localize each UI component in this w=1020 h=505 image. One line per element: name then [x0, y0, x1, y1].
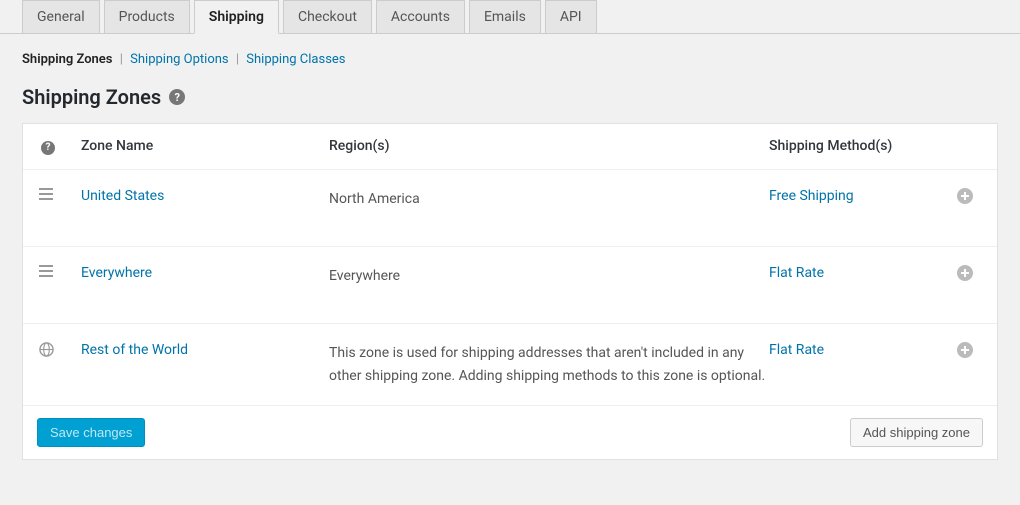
add-zone-button[interactable]: Add shipping zone	[850, 418, 983, 447]
globe-icon	[39, 342, 54, 357]
drag-handle[interactable]	[23, 188, 81, 204]
subnav-shipping-options[interactable]: Shipping Options	[130, 52, 228, 67]
zone-method-link[interactable]: Free Shipping	[769, 188, 854, 204]
page-title-text: Shipping Zones	[22, 85, 161, 109]
tab-general[interactable]: General	[22, 0, 100, 33]
zone-region: Everywhere	[329, 265, 769, 287]
col-zone-name: Zone Name	[81, 138, 329, 154]
tab-accounts[interactable]: Accounts	[376, 0, 465, 33]
zone-name-link[interactable]: Everywhere	[81, 265, 152, 281]
add-method-button[interactable]	[949, 265, 999, 285]
subnav-current: Shipping Zones	[22, 52, 113, 67]
zone-method-link[interactable]: Flat Rate	[769, 342, 824, 358]
globe-indicator	[23, 342, 81, 361]
add-method-button[interactable]	[949, 188, 999, 208]
zone-region: North America	[329, 188, 769, 210]
table-row: United States North America Free Shippin…	[23, 170, 997, 247]
zone-method-link[interactable]: Flat Rate	[769, 265, 824, 281]
help-icon[interactable]: ?	[41, 141, 55, 155]
table-row: Everywhere Everywhere Flat Rate	[23, 247, 997, 324]
subnav-sep: |	[236, 52, 239, 67]
col-handle: ?	[23, 138, 81, 155]
shipping-subnav: Shipping Zones | Shipping Options | Ship…	[0, 52, 1020, 85]
tab-api[interactable]: API	[545, 0, 597, 33]
tab-emails[interactable]: Emails	[469, 0, 541, 33]
zone-name-link[interactable]: United States	[81, 188, 164, 204]
tab-checkout[interactable]: Checkout	[283, 0, 372, 33]
settings-tabs: General Products Shipping Checkout Accou…	[0, 0, 1020, 34]
col-methods: Shipping Method(s)	[769, 138, 949, 154]
drag-icon	[39, 188, 53, 200]
save-button[interactable]: Save changes	[37, 418, 145, 447]
table-row: Rest of the World This zone is used for …	[23, 324, 997, 406]
add-method-button[interactable]	[949, 342, 999, 362]
drag-icon	[39, 265, 53, 277]
plus-circle-icon	[957, 265, 973, 281]
zone-region: This zone is used for shipping addresses…	[329, 342, 769, 387]
plus-circle-icon	[957, 342, 973, 358]
zone-name-link[interactable]: Rest of the World	[81, 342, 188, 358]
drag-handle[interactable]	[23, 265, 81, 281]
page-title: Shipping Zones ?	[0, 85, 1020, 123]
table-footer: Save changes Add shipping zone	[23, 406, 997, 459]
col-regions: Region(s)	[329, 138, 769, 154]
help-icon[interactable]: ?	[169, 89, 185, 105]
subnav-sep: |	[120, 52, 123, 67]
zones-table: ? Zone Name Region(s) Shipping Method(s)…	[22, 123, 998, 460]
subnav-shipping-classes[interactable]: Shipping Classes	[246, 52, 345, 67]
tab-products[interactable]: Products	[104, 0, 190, 33]
tab-shipping[interactable]: Shipping	[194, 0, 279, 34]
plus-circle-icon	[957, 188, 973, 204]
table-header: ? Zone Name Region(s) Shipping Method(s)	[23, 124, 997, 170]
